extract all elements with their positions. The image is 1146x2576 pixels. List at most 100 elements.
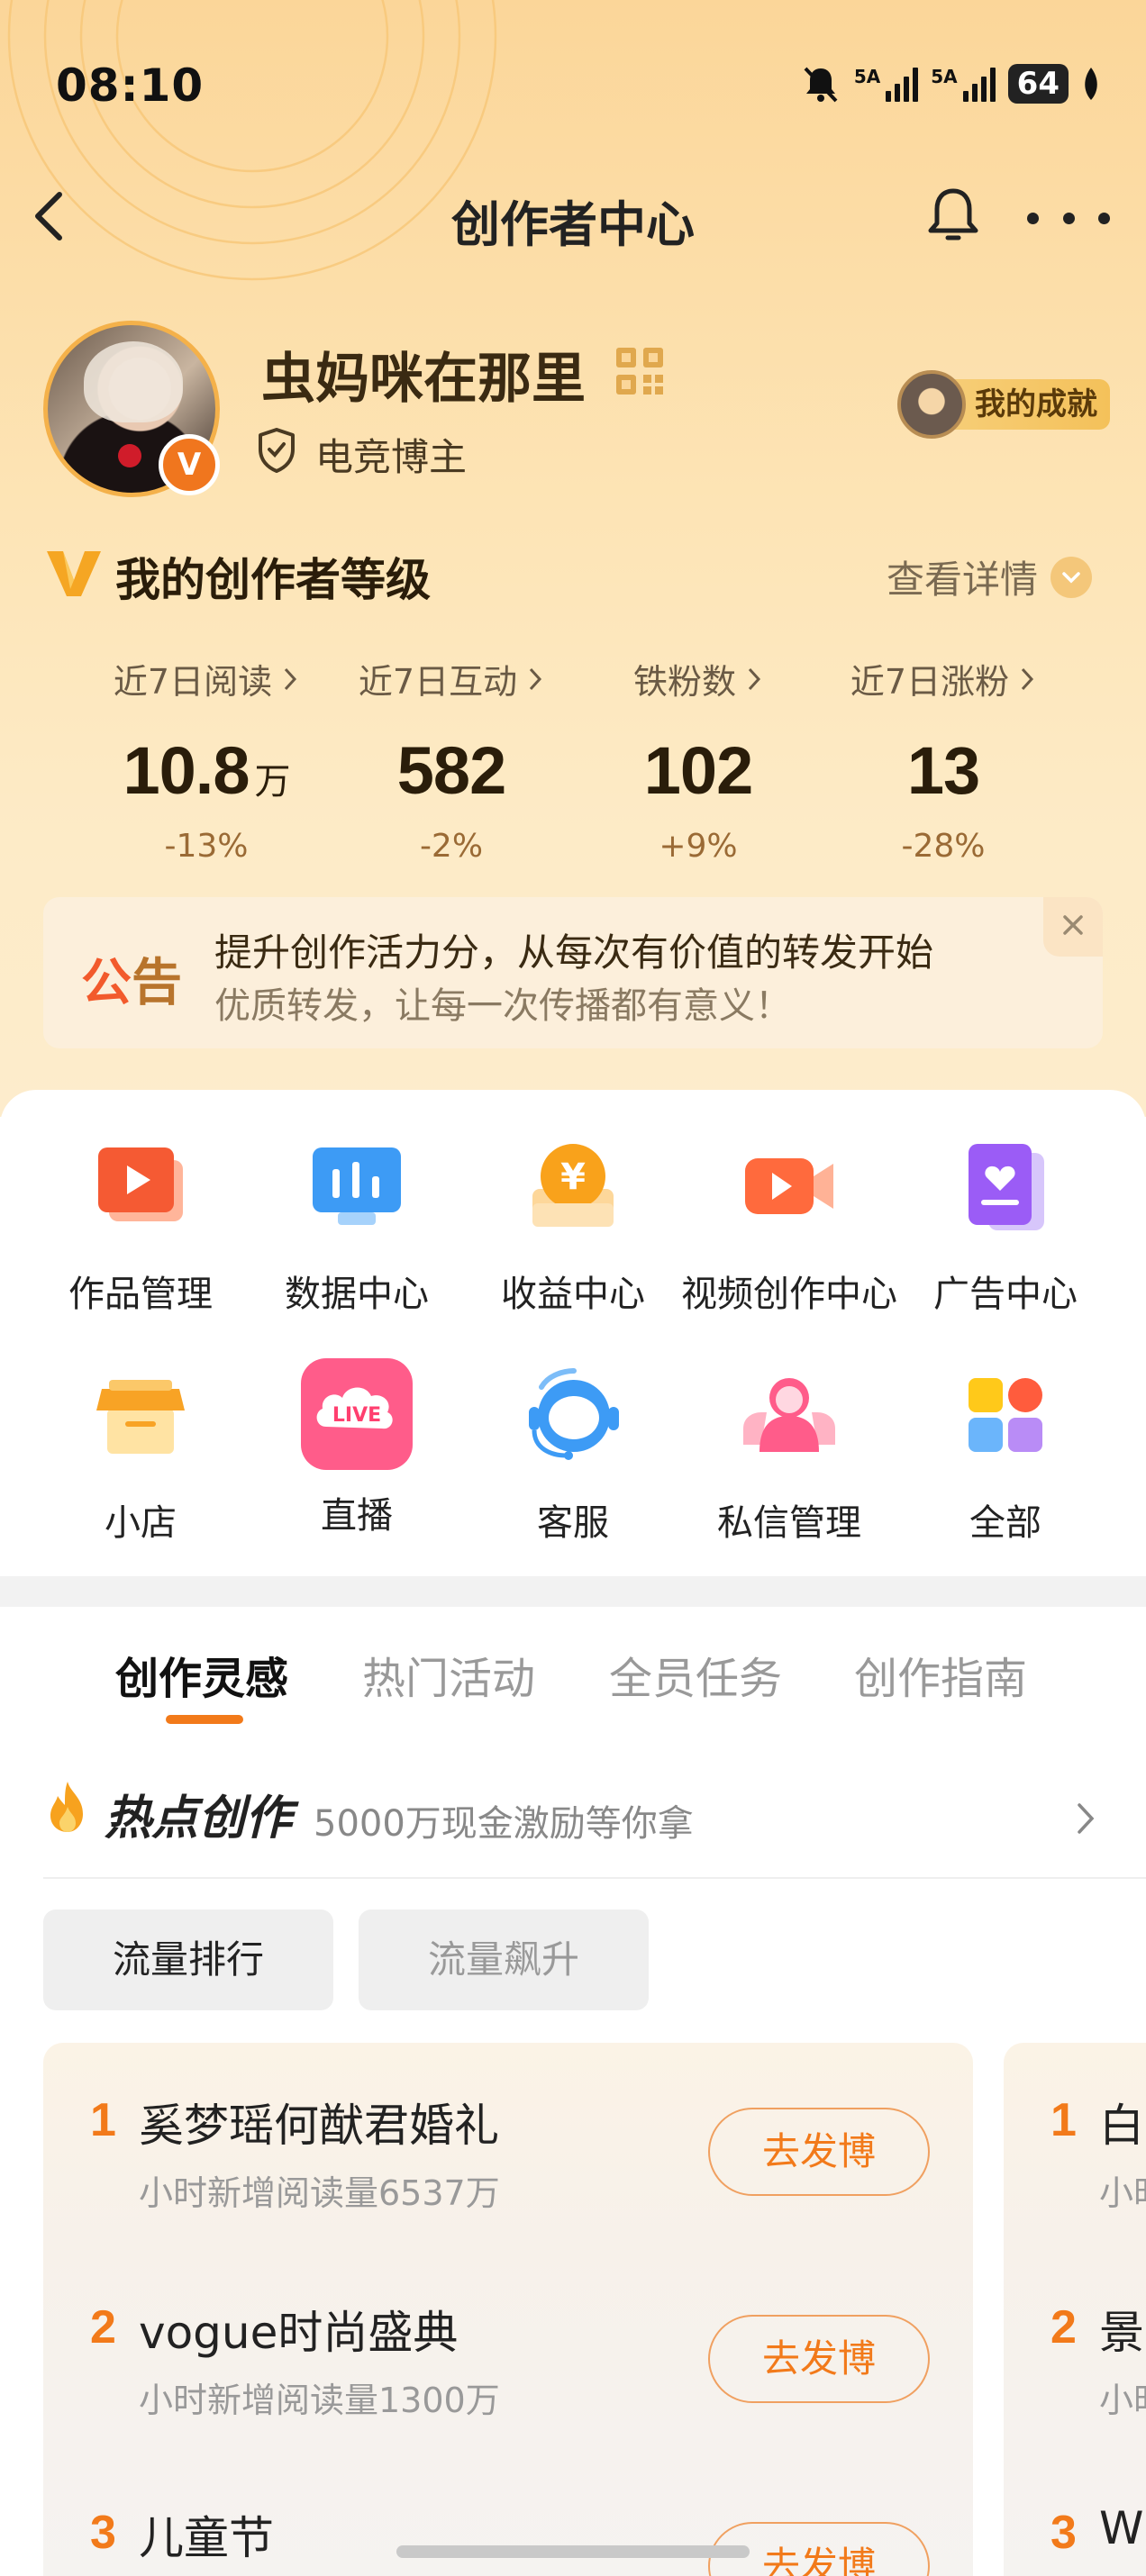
tool-live[interactable]: LIVE 直播 [249, 1356, 465, 1538]
mute-bell-icon [804, 67, 838, 103]
rank-number: 2 [90, 2301, 116, 2354]
level-detail-text: 查看详情 [887, 558, 1039, 602]
stat-value: 13 [813, 734, 1074, 808]
level-detail-link[interactable]: 查看详情 [887, 549, 1093, 604]
all-icon [969, 1378, 1042, 1452]
post-button[interactable]: 去发博 [708, 2108, 930, 2196]
tool-all[interactable]: 全部 [897, 1365, 1114, 1546]
topic-title[interactable]: 景 [1099, 2297, 1144, 2362]
bell-icon[interactable] [917, 180, 989, 252]
post-button[interactable]: 去发博 [708, 2315, 930, 2403]
shop-icon [96, 1380, 185, 1454]
divider [43, 1877, 1146, 1879]
qr-code-icon[interactable] [614, 346, 665, 396]
active-tab-indicator [166, 1715, 243, 1724]
income-icon: ¥ [532, 1144, 614, 1227]
stat-interactions[interactable]: 近7日互动 582 -2% [321, 654, 582, 865]
tool-label: 数据中心 [285, 1274, 429, 1315]
tool-data[interactable]: 数据中心 [249, 1137, 465, 1317]
medal-icon [897, 370, 966, 439]
status-time: 08:10 [56, 59, 205, 112]
user-tag: 电竞博主 [315, 435, 468, 479]
stat-label: 铁粉数 [633, 654, 763, 703]
dot [1062, 212, 1075, 224]
tab-tasks[interactable]: 全员任务 [609, 1643, 782, 1706]
close-icon[interactable] [1043, 897, 1103, 957]
tool-label: 广告中心 [933, 1274, 1078, 1315]
tool-label: 全部 [969, 1502, 1041, 1544]
stat-label-text: 近7日涨粉 [850, 662, 1010, 702]
chevron-down-icon [1050, 556, 1093, 598]
stat-label-text: 近7日阅读 [113, 662, 273, 702]
topic-title[interactable]: W [1099, 2502, 1143, 2554]
stat-unit: 万 [254, 762, 291, 802]
topic-title[interactable]: 奚梦瑶何猷君婚礼 [139, 2090, 499, 2154]
filter-traffic-rank[interactable]: 流量排行 [43, 1909, 333, 2010]
signal-label: 5A [931, 66, 958, 87]
live-icon: LIVE [301, 1358, 413, 1470]
topic-title[interactable]: 儿童节 [139, 2502, 274, 2567]
topic-subtitle: 小时新增阅读量1300万 [139, 2381, 500, 2420]
tool-message[interactable]: 私信管理 [681, 1365, 897, 1546]
tab-hot-events[interactable]: 热门活动 [362, 1643, 535, 1706]
hot-section-title: 热点创作 [105, 1791, 293, 1846]
tool-works[interactable]: 作品管理 [32, 1137, 249, 1317]
stat-iron-fans[interactable]: 铁粉数 102 +9% [568, 654, 829, 865]
tool-label: 直播 [321, 1495, 393, 1537]
notice-banner[interactable]: 公告 提升创作活力分，从每次有价值的转发开始 优质转发，让每一次传播都有意义！ [43, 897, 1103, 1048]
leaf-icon [1085, 68, 1097, 100]
service-icon [529, 1368, 619, 1460]
stat-new-fans[interactable]: 近7日涨粉 13 -28% [813, 654, 1074, 865]
chevron-right-icon [1021, 667, 1034, 690]
svg-text:¥: ¥ [560, 1156, 586, 1198]
tool-label: 私信管理 [717, 1502, 861, 1544]
notice-tag-char: 告 [132, 954, 182, 1012]
tool-ad[interactable]: 广告中心 [897, 1137, 1114, 1317]
signal-label: 5A [853, 66, 881, 87]
stat-number: 582 [396, 733, 506, 808]
tool-shop[interactable]: 小店 [32, 1365, 249, 1546]
stat-number: 102 [643, 733, 753, 808]
stat-change: +9% [659, 828, 738, 865]
rank-number: 3 [90, 2507, 116, 2559]
stat-value: 10.8 万 [76, 734, 337, 808]
hot-topics-card-rising: 1 白 小时 2 景 小时 3 W [1004, 2043, 1146, 2576]
tool-label: 作品管理 [68, 1274, 213, 1315]
stat-label-text: 铁粉数 [632, 662, 736, 702]
username: 虫妈咪在那里 [261, 348, 586, 411]
tab-inspiration[interactable]: 创作灵感 [115, 1643, 288, 1706]
achievement-button[interactable]: 我的成就 [897, 369, 1110, 440]
tool-video[interactable]: 视频创作中心 [681, 1137, 897, 1317]
data-icon [313, 1147, 401, 1225]
message-icon [743, 1378, 835, 1452]
topic-title[interactable]: vogue时尚盛典 [139, 2297, 458, 2362]
tab-guide[interactable]: 创作指南 [854, 1643, 1027, 1706]
dot [1098, 212, 1110, 224]
v-level-icon [47, 551, 101, 596]
works-icon [98, 1147, 183, 1221]
video-icon [745, 1158, 833, 1214]
tool-label: 视频创作中心 [681, 1274, 897, 1315]
stat-change: -13% [164, 828, 249, 865]
filter-traffic-rising[interactable]: 流量飙升 [359, 1909, 649, 2010]
signal-icon: 5A [853, 66, 919, 102]
section-divider [0, 1576, 1146, 1607]
rank-number: 3 [1050, 2507, 1077, 2559]
home-indicator[interactable] [396, 2545, 750, 2558]
tool-income[interactable]: ¥ 收益中心 [465, 1137, 681, 1317]
level-title: 我的创作者等级 [115, 554, 431, 606]
chevron-right-icon[interactable] [1072, 1798, 1099, 1839]
stat-label: 近7日阅读 [114, 654, 299, 703]
more-button[interactable] [1027, 191, 1110, 245]
tool-service[interactable]: 客服 [465, 1365, 681, 1546]
ad-icon [969, 1144, 1044, 1230]
dot [1027, 212, 1039, 224]
status-icons: 5A 5A 64 [800, 63, 1101, 104]
tool-label: 小店 [105, 1502, 177, 1544]
rank-number: 2 [1050, 2301, 1077, 2354]
stat-label: 近7日互动 [359, 654, 544, 703]
topic-title[interactable]: 白 [1099, 2090, 1144, 2154]
live-icon-text: LIVE [332, 1404, 381, 1427]
chevron-right-icon [748, 667, 761, 690]
stat-reads[interactable]: 近7日阅读 10.8 万 -13% [76, 654, 337, 865]
